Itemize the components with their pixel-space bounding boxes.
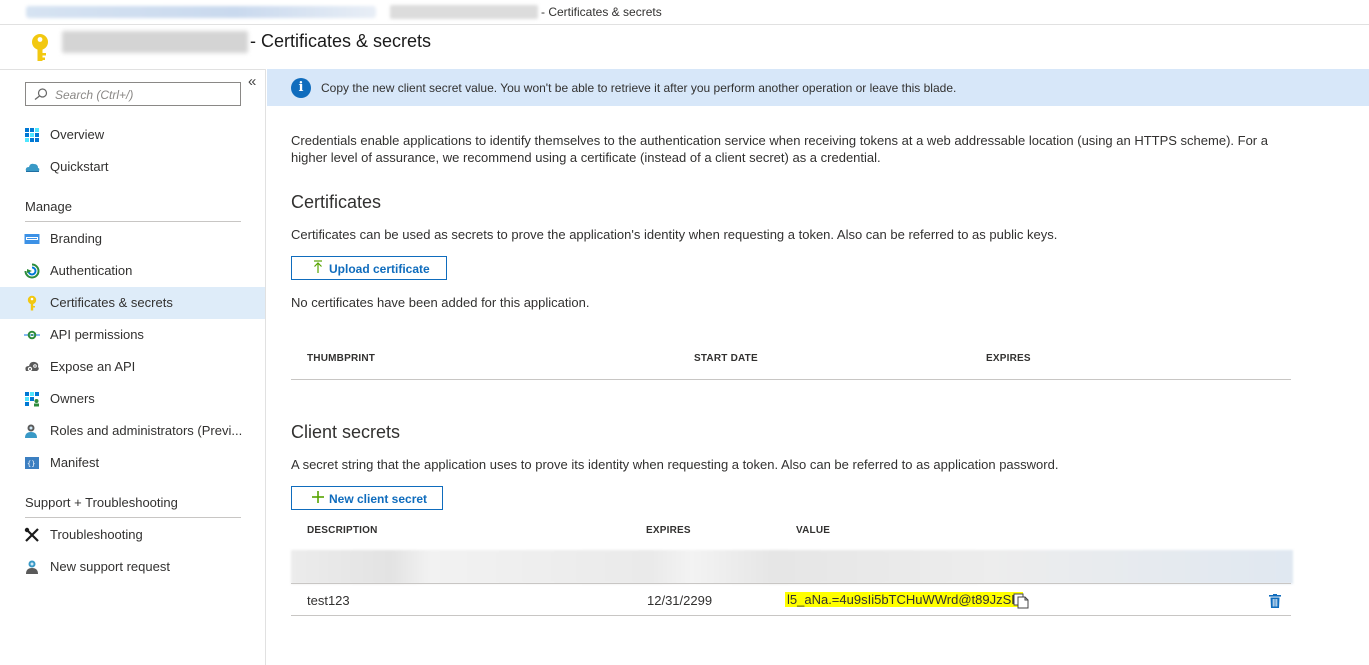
column-header-description[interactable]: DESCRIPTION <box>307 525 378 536</box>
support-person-icon <box>26 560 38 574</box>
sidebar: Search (Ctrl+/) « Overview Quickstart Ma… <box>0 69 266 665</box>
info-banner-text: Copy the new client secret value. You wo… <box>321 81 957 95</box>
certificates-table-divider <box>291 379 1291 380</box>
secret-expires: 12/31/2299 <box>647 593 713 608</box>
sidebar-item-label: Branding <box>50 231 103 246</box>
search-input[interactable]: Search (Ctrl+/) <box>25 82 241 106</box>
info-icon: i <box>291 78 311 98</box>
certificates-description: Certificates can be used as secrets to p… <box>291 227 1058 242</box>
new-client-secret-label: New client secret <box>329 492 428 506</box>
intro-text: Credentials enable applications to ident… <box>291 133 1268 165</box>
secret-value[interactable]: l5_aNa.=4u9sIi5bTCHuWWrd@t89JzSR <box>785 592 1023 607</box>
sidebar-item-api-permissions[interactable]: API permissions <box>0 319 265 351</box>
blade-header: - Certificates & secrets <box>0 25 1369 69</box>
client-secrets-heading: Client secrets <box>291 422 401 442</box>
upload-certificate-button[interactable]: Upload certificate <box>291 256 447 280</box>
sidebar-item-owners[interactable]: Owners <box>0 383 265 415</box>
sidebar-item-certificates-secrets[interactable]: Certificates & secrets <box>0 287 265 319</box>
sidebar-item-label: Expose an API <box>50 359 136 374</box>
sidebar-item-label: New support request <box>50 559 170 574</box>
manifest-icon: {} <box>25 457 39 469</box>
overview-grid-icon <box>25 128 39 142</box>
sidebar-item-roles-and-administrators[interactable]: Roles and administrators (Previ... <box>0 415 265 447</box>
page-title: - Certificates & secrets <box>250 31 432 51</box>
owners-icon <box>25 392 39 407</box>
sidebar-item-overview[interactable]: Overview <box>0 119 265 151</box>
new-client-secret-button[interactable]: New client secret <box>291 486 443 510</box>
sidebar-item-label: Owners <box>50 391 95 406</box>
sidebar-item-troubleshooting[interactable]: Troubleshooting <box>0 519 265 551</box>
info-banner: i Copy the new client secret value. You … <box>267 69 1369 106</box>
breadcrumb-redacted-link[interactable] <box>26 6 376 18</box>
column-header-expires[interactable]: EXPIRES <box>646 525 691 536</box>
sidebar-item-manifest[interactable]: {} Manifest <box>0 447 265 479</box>
roles-icon <box>25 424 37 438</box>
client-secrets-description: A secret string that the application use… <box>291 457 1059 472</box>
sidebar-item-quickstart[interactable]: Quickstart <box>0 151 265 183</box>
sidebar-item-label: Overview <box>50 127 105 142</box>
sidebar-item-label: Certificates & secrets <box>50 295 173 310</box>
cloud-icon <box>25 163 40 172</box>
authentication-icon <box>24 263 40 279</box>
section-heading-manage: Manage <box>25 199 72 214</box>
sidebar-item-branding[interactable]: Branding <box>0 223 265 255</box>
breadcrumb-current: - Certificates & secrets <box>541 5 662 19</box>
copy-icon[interactable] <box>1013 593 1029 609</box>
sidebar-item-authentication[interactable]: Authentication <box>0 255 265 287</box>
column-header-start-date[interactable]: START DATE <box>694 353 758 364</box>
breadcrumb-redacted-app-name[interactable] <box>390 5 538 19</box>
delete-icon[interactable] <box>1269 594 1281 608</box>
search-placeholder: Search (Ctrl+/) <box>55 88 134 102</box>
key-icon <box>27 295 37 311</box>
wrench-icon <box>24 527 39 542</box>
no-certificates-text: No certificates have been added for this… <box>291 295 590 310</box>
svg-text:{}: {} <box>27 460 35 468</box>
sidebar-item-label: Authentication <box>50 263 133 278</box>
column-header-expires[interactable]: EXPIRES <box>986 353 1031 364</box>
sidebar-item-label: Roles and administrators (Previ... <box>50 423 243 438</box>
key-icon <box>32 34 48 61</box>
redacted-secret-row <box>291 550 1293 584</box>
api-permissions-icon <box>24 330 40 340</box>
section-divider <box>25 221 241 222</box>
table-row-divider <box>291 583 1291 584</box>
redacted-app-name <box>62 31 248 53</box>
sidebar-item-label: API permissions <box>50 327 144 342</box>
search-icon <box>34 88 48 100</box>
table-row-divider <box>291 615 1291 616</box>
upload-arrow-icon <box>314 260 322 273</box>
collapse-sidebar-button[interactable]: « <box>248 73 256 90</box>
column-header-thumbprint[interactable]: THUMBPRINT <box>307 353 375 364</box>
sidebar-item-new-support-request[interactable]: New support request <box>0 551 265 583</box>
column-header-value[interactable]: VALUE <box>796 525 830 536</box>
sidebar-item-label: Troubleshooting <box>50 527 143 542</box>
plus-icon <box>312 491 324 503</box>
upload-certificate-label: Upload certificate <box>329 262 430 276</box>
section-heading-support: Support + Troubleshooting <box>25 495 178 510</box>
breadcrumb: - Certificates & secrets <box>0 0 1369 25</box>
sidebar-item-label: Manifest <box>50 455 100 470</box>
certificates-heading: Certificates <box>291 192 382 212</box>
secret-description: test123 <box>307 593 350 608</box>
expose-api-icon <box>25 361 39 372</box>
branding-icon <box>24 234 40 244</box>
section-divider <box>25 517 241 518</box>
sidebar-item-label: Quickstart <box>50 159 109 174</box>
sidebar-item-expose-an-api[interactable]: Expose an API <box>0 351 265 383</box>
